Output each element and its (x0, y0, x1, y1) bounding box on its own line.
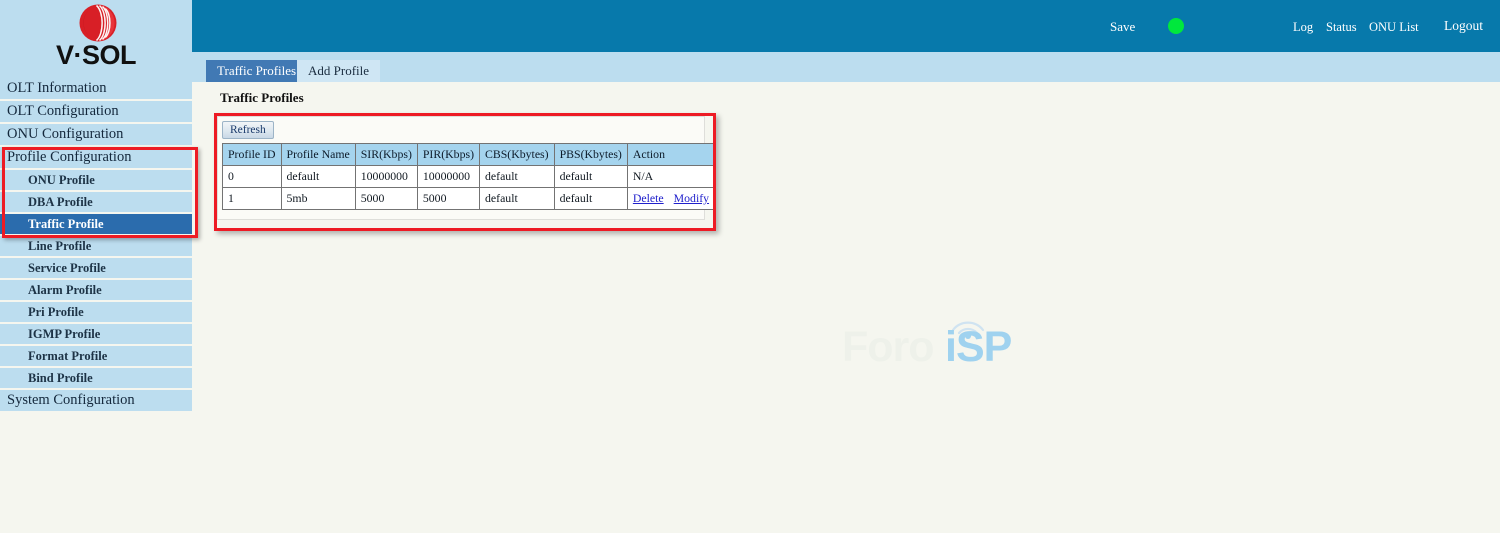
sidebar-item-igmp-profile[interactable]: IGMP Profile (0, 324, 192, 344)
sidebar-item-profile-configuration[interactable]: Profile Configuration (0, 147, 192, 168)
cell-profile-name: 5mb (280, 187, 356, 210)
sidebar-item-olt-information[interactable]: OLT Information (0, 78, 192, 99)
cell-profile-id: 0 (222, 165, 282, 188)
tab-add-profile[interactable]: Add Profile (297, 60, 381, 82)
save-button[interactable]: Save (1110, 19, 1135, 35)
top-header-bar: Save Log Status ONU List Logout (192, 0, 1500, 52)
column-header-action: Action (626, 143, 716, 166)
cell-pir: 5000 (416, 187, 481, 210)
brand-logo-area: V·SOL (0, 0, 192, 78)
sidebar-item-line-profile[interactable]: Line Profile (0, 236, 192, 256)
sidebar: V·SOL OLT Information OLT Configuration ON… (0, 0, 192, 533)
tab-traffic-profiles[interactable]: Traffic Profiles (206, 60, 308, 82)
table-row: 0 default 10000000 10000000 default default N/… (222, 165, 716, 188)
cell-action: Delete Modify (626, 187, 716, 210)
main-content: Traffic Profiles Refresh Profile ID Prof… (192, 82, 1500, 533)
foroisp-watermark: Foro iSP (842, 314, 1042, 376)
sidebar-item-onu-configuration[interactable]: ONU Configuration (0, 124, 192, 145)
sidebar-item-pri-profile[interactable]: Pri Profile (0, 302, 192, 322)
column-header-cbs: CBS(Kbytes) (479, 143, 555, 166)
refresh-button[interactable]: Refresh (222, 121, 274, 139)
cell-pbs: default (553, 187, 628, 210)
tab-strip: Traffic Profiles Add Profile (192, 52, 1500, 82)
cell-cbs: default (479, 165, 555, 188)
cell-profile-name: default (280, 165, 356, 188)
sidebar-item-format-profile[interactable]: Format Profile (0, 346, 192, 366)
table-header-row: Profile ID Profile Name SIR(Kbps) PIR(Kb… (222, 143, 716, 166)
logout-button[interactable]: Logout (1444, 18, 1483, 34)
vsol-sphere-logo-icon (79, 4, 117, 42)
watermark-text-isp: iSP (945, 323, 1012, 371)
delete-link[interactable]: Delete (633, 191, 664, 205)
cell-sir: 5000 (354, 187, 418, 210)
brand-logo-text: V·SOL (55, 40, 137, 70)
column-header-profile-id: Profile ID (222, 143, 282, 166)
table-row: 1 5mb 5000 5000 default default Delete Modify (222, 187, 716, 210)
sidebar-item-olt-configuration[interactable]: OLT Configuration (0, 101, 192, 122)
header-link-onu-list[interactable]: ONU List (1369, 20, 1419, 35)
table-body: 0 default 10000000 10000000 default default N/… (222, 165, 716, 210)
sidebar-item-traffic-profile[interactable]: Traffic Profile (0, 214, 192, 234)
header-link-status[interactable]: Status (1326, 20, 1357, 35)
cell-profile-id: 1 (222, 187, 282, 210)
sidebar-item-onu-profile[interactable]: ONU Profile (0, 170, 192, 190)
modify-link[interactable]: Modify (674, 191, 709, 205)
cell-pir: 10000000 (416, 165, 481, 188)
sidebar-item-service-profile[interactable]: Service Profile (0, 258, 192, 278)
sidebar-nav-list: OLT Information OLT Configuration ONU Conf… (0, 78, 192, 411)
page-title: Traffic Profiles (220, 90, 304, 105)
column-header-profile-name: Profile Name (280, 143, 356, 166)
column-header-sir: SIR(Kbps) (354, 143, 418, 166)
sidebar-item-alarm-profile[interactable]: Alarm Profile (0, 280, 192, 300)
header-link-log[interactable]: Log (1293, 20, 1313, 35)
traffic-profiles-panel: Refresh Profile ID Profile Name SIR(Kbps… (217, 116, 716, 220)
sidebar-item-bind-profile[interactable]: Bind Profile (0, 368, 192, 388)
green-status-dot-icon (1168, 18, 1184, 34)
table-header: Profile ID Profile Name SIR(Kbps) PIR(Kb… (222, 143, 716, 166)
cell-sir: 10000000 (354, 165, 418, 188)
signal-tower-icon (951, 321, 985, 339)
sidebar-item-system-configuration[interactable]: System Configuration (0, 390, 192, 411)
cell-pbs: default (553, 165, 628, 188)
traffic-profiles-table: Profile ID Profile Name SIR(Kbps) PIR(Kb… (222, 143, 716, 210)
sidebar-item-dba-profile[interactable]: DBA Profile (0, 192, 192, 212)
cell-action: N/A (626, 165, 716, 188)
cell-cbs: default (479, 187, 555, 210)
watermark-text-foro: Foro (842, 323, 935, 371)
column-header-pbs: PBS(Kbytes) (553, 143, 628, 166)
application-window: V·SOL OLT Information OLT Configuration ON… (0, 0, 1500, 533)
column-header-pir: PIR(Kbps) (416, 143, 481, 166)
